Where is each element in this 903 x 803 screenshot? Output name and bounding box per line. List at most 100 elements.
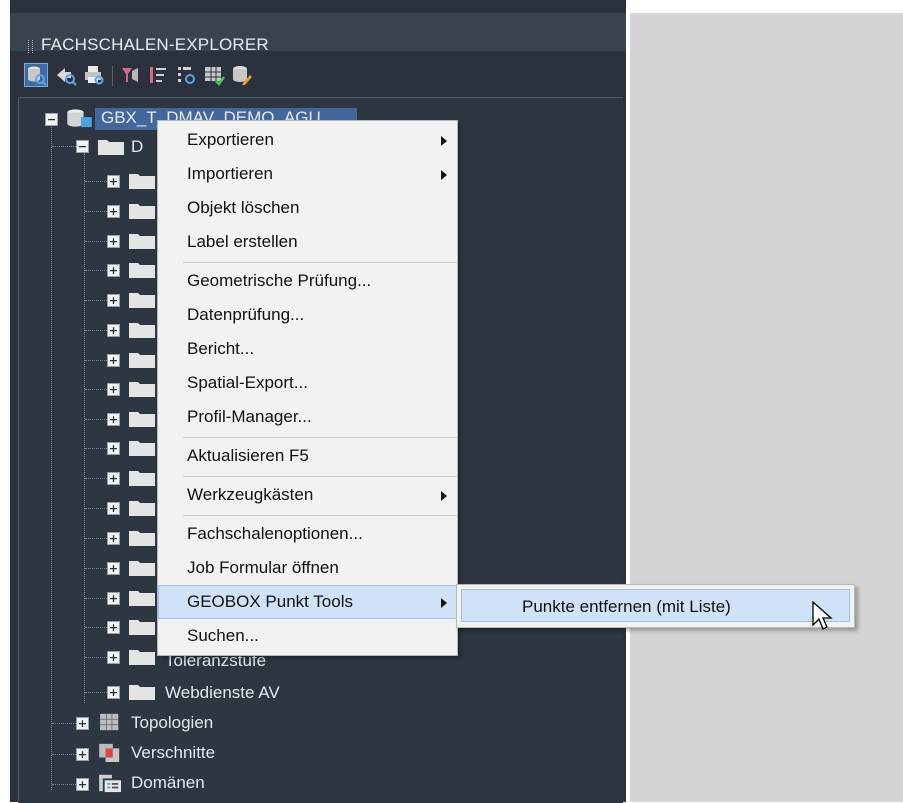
submenu-arrow-icon [441, 598, 447, 608]
menu-item-suchen[interactable]: Suchen... [158, 619, 457, 653]
expand-icon[interactable]: + [107, 442, 120, 455]
tree-line [52, 146, 76, 147]
filter-icon[interactable] [118, 63, 142, 87]
expand-icon[interactable]: + [76, 717, 89, 730]
expand-icon[interactable]: + [107, 264, 120, 277]
submenu-arrow-icon [441, 491, 447, 501]
folder-icon [127, 437, 157, 457]
menu-item-exportieren[interactable]: Exportieren [158, 123, 457, 157]
menu-item-importieren[interactable]: Importieren [158, 157, 457, 191]
menu-item-objekt-loeschen[interactable]: Objekt löschen [158, 191, 457, 225]
tree-line [85, 508, 107, 509]
menu-item-geobox-punkt-tools[interactable]: GEOBOX Punkt Tools [158, 585, 457, 619]
mouse-pointer-icon [812, 600, 834, 633]
expand-icon[interactable]: + [107, 502, 120, 515]
expand-icon[interactable]: + [107, 472, 120, 485]
tree-node-label[interactable]: D [131, 137, 143, 157]
sort-icon[interactable] [146, 63, 170, 87]
submenu-arrow-icon [441, 170, 447, 180]
folder-icon [127, 681, 157, 701]
expand-icon[interactable]: + [107, 383, 120, 396]
expand-icon[interactable]: + [107, 294, 120, 307]
tree-line [85, 448, 107, 449]
menu-item-job-formular[interactable]: Job Formular öffnen [158, 551, 457, 585]
tree-line [52, 754, 76, 755]
collapse-icon[interactable]: − [45, 113, 58, 126]
menu-item-label-erstellen[interactable]: Label erstellen [158, 225, 457, 259]
expand-icon[interactable]: + [107, 532, 120, 545]
grid-check-icon[interactable] [202, 63, 226, 87]
explorer-toolbar [24, 63, 624, 89]
expand-icon[interactable]: + [76, 748, 89, 761]
expand-icon[interactable]: + [107, 324, 120, 337]
tree-node-label[interactable]: Topologien [131, 713, 213, 733]
menu-item-werkzeugkaesten[interactable]: Werkzeugkästen [158, 478, 457, 512]
tree-line [85, 568, 107, 569]
topology-icon [96, 712, 126, 732]
menu-item-label: Aktualisieren F5 [187, 446, 309, 465]
database-icon [65, 108, 95, 128]
folder-icon [127, 319, 157, 339]
expand-icon[interactable]: + [107, 354, 120, 367]
menu-item-geometrische-pruefung[interactable]: Geometrische Prüfung... [158, 264, 457, 298]
menu-item-label: Suchen... [187, 626, 259, 645]
list-search-icon[interactable] [174, 63, 198, 87]
folder-icon [127, 170, 157, 190]
expand-icon[interactable]: + [107, 235, 120, 248]
submenu: Punkte entfernen (mit Liste) [456, 584, 855, 628]
tree-line [85, 657, 107, 658]
database-search-icon[interactable] [24, 63, 48, 87]
menu-item-label: Exportieren [187, 130, 274, 149]
menu-item-spatial-export[interactable]: Spatial-Export... [158, 366, 457, 400]
toolbar-separator [112, 66, 113, 86]
tree-line [85, 270, 107, 271]
menu-item-datenpruefung[interactable]: Datenprüfung... [158, 298, 457, 332]
tree-line [85, 627, 107, 628]
expand-icon[interactable]: + [107, 651, 120, 664]
menu-item-label: Job Formular öffnen [187, 558, 339, 577]
menu-item-label: Bericht... [187, 339, 255, 358]
folder-icon [127, 259, 157, 279]
menu-item-profil-manager[interactable]: Profil-Manager... [158, 400, 457, 434]
drawing-area[interactable] [630, 13, 903, 802]
printer-search-icon[interactable] [82, 63, 106, 87]
menu-item-aktualisieren[interactable]: Aktualisieren F5 [158, 439, 457, 473]
menu-item-bericht[interactable]: Bericht... [158, 332, 457, 366]
folder-icon [127, 646, 157, 666]
tree-line [85, 538, 107, 539]
tree-line [85, 211, 107, 212]
tree-node-label[interactable]: Verschnitte [131, 743, 215, 763]
tree-line [85, 241, 107, 242]
tree-line [52, 723, 76, 724]
expand-icon[interactable]: + [107, 686, 120, 699]
expand-icon[interactable]: + [107, 621, 120, 634]
menu-item-fachschalenoptionen[interactable]: Fachschalenoptionen... [158, 517, 457, 551]
menu-item-label: Punkte entfernen (mit Liste) [522, 597, 731, 616]
expand-icon[interactable]: + [107, 592, 120, 605]
palette-title-bar[interactable]: FACHSCHALEN-EXPLORER [10, 13, 626, 54]
menu-separator [183, 476, 457, 477]
menu-separator [183, 515, 457, 516]
expand-icon[interactable]: + [76, 778, 89, 791]
screen: FACHSCHALEN-EXPLORER − GBX_T_DMAV_DEMO_A… [0, 0, 903, 803]
folder-icon [96, 136, 126, 156]
expand-icon[interactable]: + [107, 205, 120, 218]
tree-line [85, 181, 107, 182]
pointer-search-icon[interactable] [54, 63, 78, 87]
tree-line [51, 122, 52, 790]
tree-node-label[interactable]: Webdienste AV [165, 683, 280, 703]
menu-item-label: Profil-Manager... [187, 407, 312, 426]
menu-item-label: Spatial-Export... [187, 373, 308, 392]
collapse-icon[interactable]: − [76, 140, 89, 153]
expand-icon[interactable]: + [107, 413, 120, 426]
menu-item-label: Label erstellen [187, 232, 298, 251]
expand-icon[interactable]: + [107, 175, 120, 188]
expand-icon[interactable]: + [107, 562, 120, 575]
tree-line [85, 330, 107, 331]
grip-icon[interactable] [28, 40, 33, 53]
database-edit-icon[interactable] [230, 63, 254, 87]
menu-item-punkte-entfernen[interactable]: Punkte entfernen (mit Liste) [461, 589, 850, 622]
folder-icon [127, 230, 157, 250]
palette-title: FACHSCHALEN-EXPLORER [41, 35, 269, 54]
tree-node-label[interactable]: Domänen [131, 773, 205, 793]
